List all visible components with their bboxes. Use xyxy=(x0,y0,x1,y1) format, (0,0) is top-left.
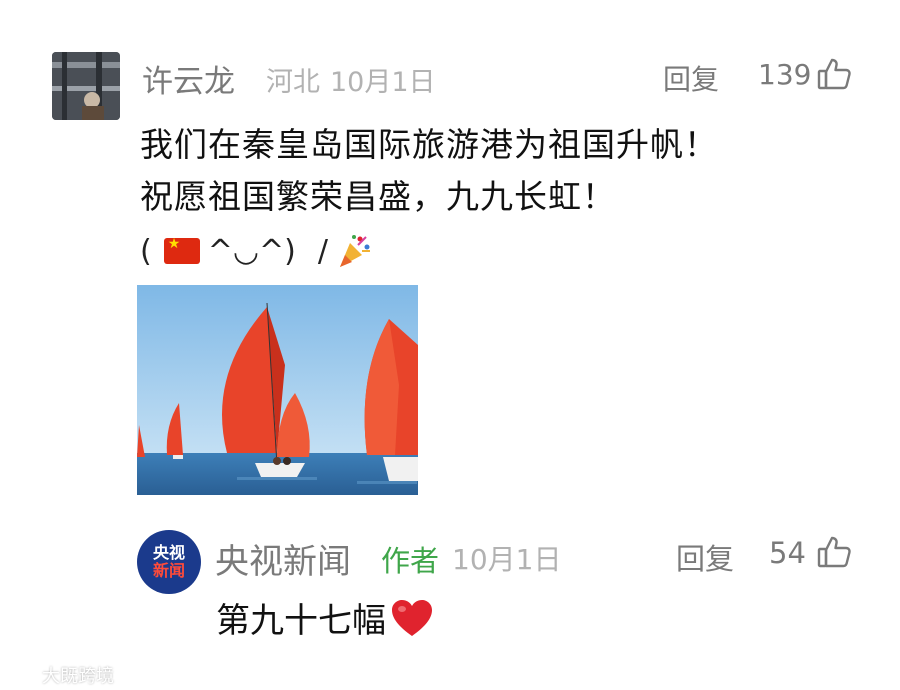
reply-button[interactable]: 回复 xyxy=(663,58,719,98)
avatar-text-line2: 新闻 xyxy=(152,561,185,580)
like-count: 139 xyxy=(758,58,812,91)
author-badge: 作者 xyxy=(381,544,440,578)
kaomoji-slash: / xyxy=(317,233,328,269)
comment-photo[interactable] xyxy=(137,285,418,495)
commenter-avatar[interactable] xyxy=(52,52,120,120)
like-count: 54 xyxy=(769,536,806,570)
watermark-text: 大既跨境 xyxy=(42,666,114,687)
comment-meta: 河北 10月1日 xyxy=(266,60,446,99)
avatar-text-line1: 央视 xyxy=(152,543,185,562)
china-flag-icon xyxy=(163,236,200,264)
thumbs-up-icon[interactable] xyxy=(816,56,852,92)
author-name[interactable]: 央视新闻 xyxy=(215,534,351,583)
watermark: 大既跨境 xyxy=(4,662,114,688)
comment-date: 10月1日 xyxy=(330,67,436,98)
kaomoji-face: ^◡^) xyxy=(207,233,296,269)
reply-text: 第九十七幅 xyxy=(216,593,434,642)
reply-text-content: 第九十七幅 xyxy=(216,601,386,641)
comment-text-line: 祝愿祖国繁荣昌盛，九九长虹！ xyxy=(140,177,616,216)
comment-text-line: 我们在秦皇岛国际旅游港为祖国升帆！ xyxy=(140,125,718,164)
thumbs-up-icon[interactable] xyxy=(816,534,852,570)
comment-location: 河北 xyxy=(266,67,320,98)
reply-date: 10月1日 xyxy=(452,543,562,576)
watermark-logo-icon xyxy=(5,668,36,682)
kaomoji: ( ^◡^) / xyxy=(140,228,372,274)
reply-button[interactable]: 回复 xyxy=(676,536,734,578)
red-heart-icon xyxy=(390,598,434,638)
kaomoji-open: ( xyxy=(140,233,152,269)
commenter-name[interactable]: 许云龙 xyxy=(142,56,235,101)
author-avatar[interactable]: 央视 新闻 xyxy=(137,530,201,594)
party-popper-icon xyxy=(336,233,372,269)
